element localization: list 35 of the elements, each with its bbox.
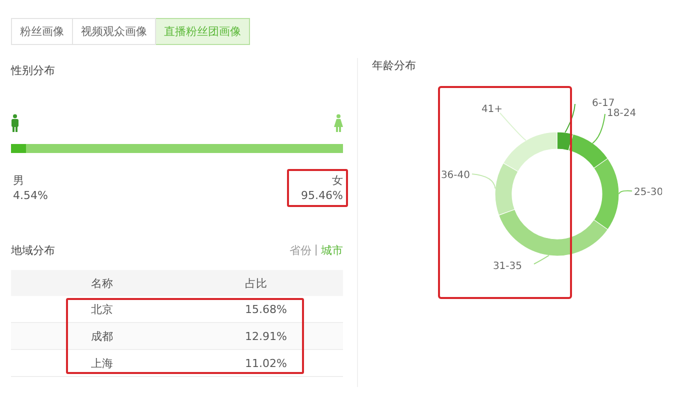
female-icon [334,114,343,132]
table-cell-text: 上海 [91,356,114,370]
male-icon [11,114,19,132]
table-cell-text: 11.02% [245,356,288,370]
province-link[interactable]: 省份 [289,243,312,258]
tab[interactable]: 粉丝画像 [11,18,73,45]
segment-label: 18-24 [607,108,636,119]
column-header: 占比 [245,276,268,290]
leader-line [618,190,632,194]
section-title: 年龄分布 [372,58,417,73]
tab[interactable]: 直播粉丝团画像 [156,18,250,45]
leader-line [472,174,496,190]
segment-label: 25-30 [634,187,662,198]
section-title: 性别分布 [11,63,56,78]
gender-label: 女 [332,173,343,188]
leader-line [564,104,576,134]
gender-label: 男 [13,173,25,188]
table-cell-text: 12.91% [245,330,288,342]
city-link[interactable]: 城市 [321,243,343,258]
gender-percent: 95.46% [301,188,343,203]
segment-label: 36-40 [440,170,470,181]
leader-line [592,114,606,144]
separator: | [314,243,318,258]
table-cell-text: 成都 [91,328,114,344]
segment-label: 41+ [481,104,503,115]
leader-line [500,112,526,141]
segment-label: 6-17 [592,98,615,109]
column-header: 名称 [91,276,114,290]
table-cell-text: 15.68% [245,302,288,316]
tab[interactable]: 视频观众画像 [73,18,156,45]
segment-label: 31-35 [492,261,522,272]
leader-line [534,254,550,264]
section-title: 地域分布 [11,243,55,258]
table-cell-text: 北京 [91,302,114,316]
gender-percent: 4.54% [13,188,48,203]
